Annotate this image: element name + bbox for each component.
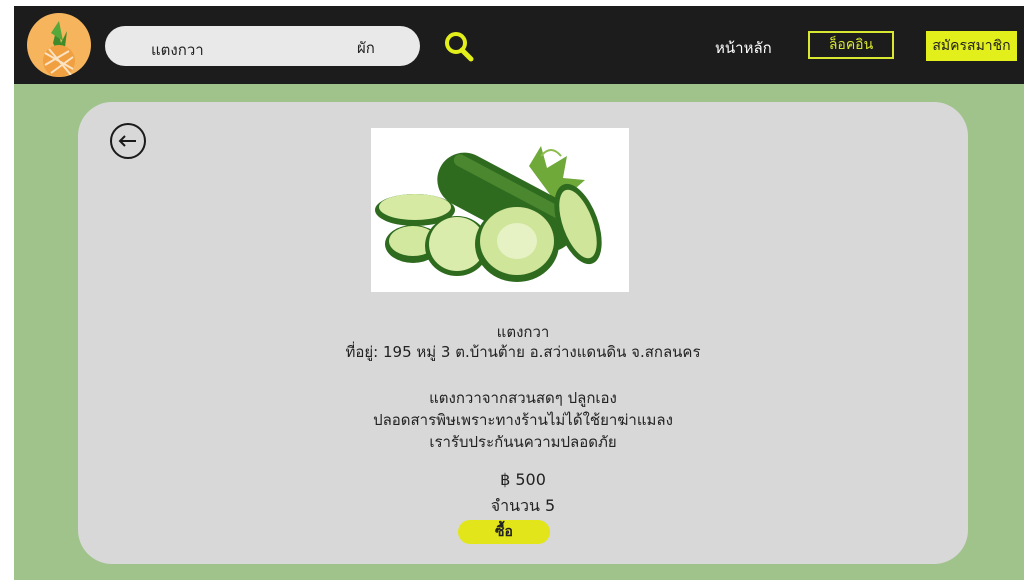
page: แตงกวา ผัก หน้าหลัก ล็อคอิน สมัครสมาชิก: [14, 6, 1024, 580]
nav-home-link[interactable]: หน้าหลัก: [715, 36, 772, 60]
product-address: ที่อยู่: 195 หมู่ 3 ต.บ้านต้าย อ.สว่างแด…: [345, 343, 701, 361]
pineapple-logo-icon[interactable]: [27, 13, 91, 77]
description-line: แตงกวาจากสวนสดๆ ปลูกเอง: [429, 389, 617, 407]
login-button[interactable]: ล็อคอิน: [808, 31, 894, 59]
description-line: ปลอดสารพิษเพราะทางร้านไม่ได้ใช้ยาฆ่าแมลง: [373, 411, 673, 429]
buy-button[interactable]: ซื้อ: [458, 520, 550, 544]
category-select[interactable]: ผัก: [357, 36, 375, 60]
product-card: แตงกวา ที่อยู่: 195 หมู่ 3 ต.บ้านต้าย อ.…: [78, 102, 968, 564]
top-navbar: แตงกวา ผัก หน้าหลัก ล็อคอิน สมัครสมาชิก: [14, 6, 1024, 84]
search-input[interactable]: แตงกวา: [151, 38, 204, 62]
search-bar[interactable]: แตงกวา ผัก: [105, 26, 420, 66]
cucumber-photo: [371, 128, 629, 292]
back-arrow-icon[interactable]: [109, 122, 147, 160]
search-icon[interactable]: [442, 30, 476, 64]
product-quantity: จำนวน 5: [490, 496, 556, 515]
register-button[interactable]: สมัครสมาชิก: [926, 31, 1017, 61]
product-price: ฿ 500: [500, 470, 546, 489]
description-line: เรารับประกันนความปลอดภัย: [429, 433, 617, 451]
